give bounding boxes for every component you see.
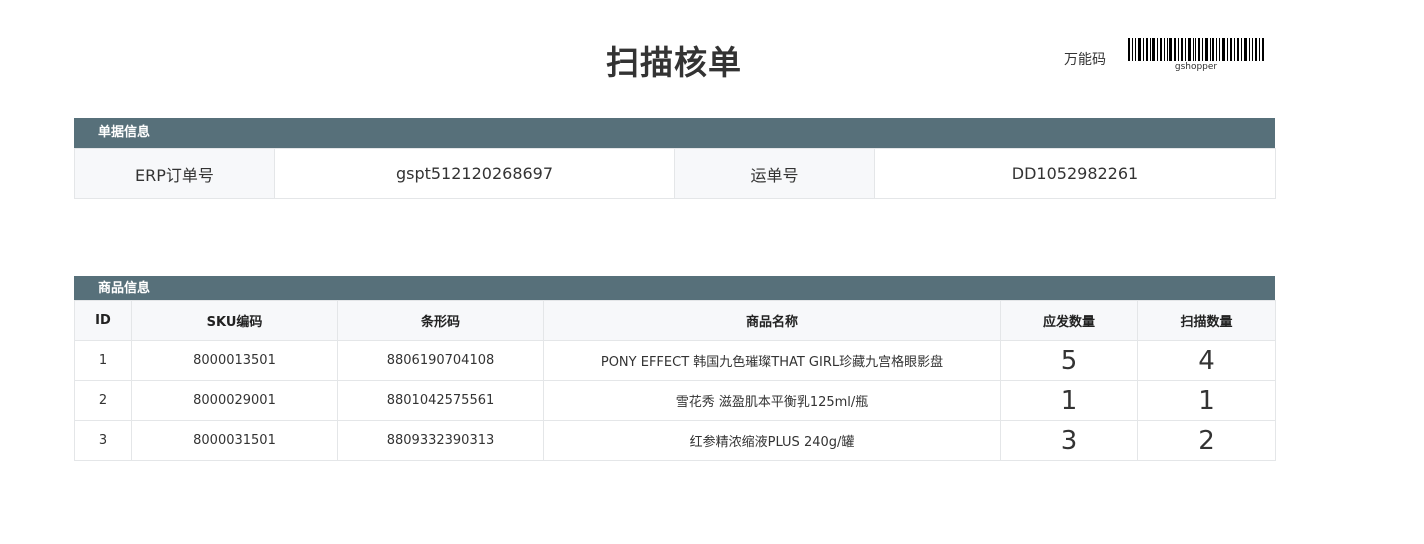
table-row: 2 8000029001 8801042575561 雪花秀 滋盈肌本平衡乳12… [74, 380, 1276, 421]
doc-info-row: ERP订单号 gspt512120268697 运单号 DD1052982261 [74, 148, 1276, 199]
table-row: 1 8000013501 8806190704108 PONY EFFECT 韩… [74, 340, 1276, 381]
doc-info-section-header: 单据信息 [74, 118, 1275, 148]
goods-info-section-header: 商品信息 [74, 276, 1275, 300]
cell-sku: 8000013501 [131, 340, 338, 381]
cell-sku: 8000031501 [131, 420, 338, 461]
col-header-id: ID [74, 300, 132, 341]
cell-sku: 8000029001 [131, 380, 338, 421]
col-header-barcode: 条形码 [337, 300, 544, 341]
cell-expected-qty: 1 [1000, 380, 1138, 421]
erp-order-label: ERP订单号 [74, 148, 275, 199]
col-header-expected-qty: 应发数量 [1000, 300, 1138, 341]
waybill-value: DD1052982261 [874, 148, 1276, 199]
erp-order-value: gspt512120268697 [274, 148, 675, 199]
cell-barcode: 8806190704108 [337, 340, 544, 381]
doc-info-table: ERP订单号 gspt512120268697 运单号 DD1052982261 [74, 148, 1276, 199]
waybill-label: 运单号 [674, 148, 875, 199]
cell-id: 1 [74, 340, 132, 381]
cell-scanned-qty: 2 [1137, 420, 1276, 461]
goods-table: ID SKU编码 条形码 商品名称 应发数量 扫描数量 1 8000013501… [74, 300, 1276, 461]
cell-id: 2 [74, 380, 132, 421]
cell-expected-qty: 3 [1000, 420, 1138, 461]
cell-barcode: 8801042575561 [337, 380, 544, 421]
cell-expected-qty: 5 [1000, 340, 1138, 381]
barcode-caption: gshopper [1174, 62, 1218, 72]
table-row: 3 8000031501 8809332390313 红参精浓缩液PLUS 24… [74, 420, 1276, 461]
universal-code-label: 万能码 [1064, 52, 1106, 68]
col-header-name: 商品名称 [543, 300, 1001, 341]
cell-scanned-qty: 4 [1137, 340, 1276, 381]
col-header-scanned-qty: 扫描数量 [1137, 300, 1276, 341]
goods-table-header: ID SKU编码 条形码 商品名称 应发数量 扫描数量 [74, 300, 1276, 341]
universal-barcode[interactable]: gshopper [1127, 38, 1265, 72]
cell-scanned-qty: 1 [1137, 380, 1276, 421]
cell-product-name: 红参精浓缩液PLUS 240g/罐 [543, 420, 1001, 461]
cell-barcode: 8809332390313 [337, 420, 544, 461]
col-header-sku: SKU编码 [131, 300, 338, 341]
cell-product-name: PONY EFFECT 韩国九色璀璨THAT GIRL珍藏九宫格眼影盘 [543, 340, 1001, 381]
cell-product-name: 雪花秀 滋盈肌本平衡乳125ml/瓶 [543, 380, 1001, 421]
cell-id: 3 [74, 420, 132, 461]
barcode-icon [1128, 38, 1264, 61]
